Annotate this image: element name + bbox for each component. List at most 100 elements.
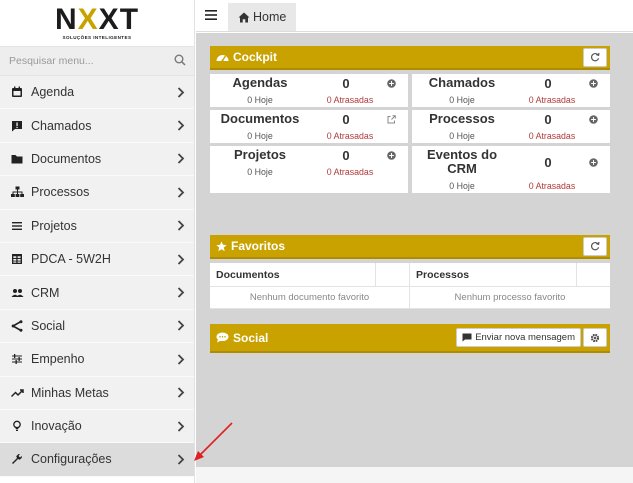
- card-hoje[interactable]: 0 Hoje: [210, 131, 310, 141]
- hamburger-menu-button[interactable]: [196, 0, 226, 31]
- tab-home-label: Home: [253, 10, 287, 24]
- home-icon: [238, 12, 250, 23]
- table-icon: [10, 252, 24, 266]
- sidebar-item-inovacao[interactable]: Inovação: [0, 409, 194, 444]
- sidebar-item-chamados[interactable]: Chamados: [0, 109, 194, 143]
- social-settings-button[interactable]: [583, 328, 607, 347]
- sidebar-item-label: Documentos: [31, 151, 102, 166]
- favoritos-refresh-button[interactable]: [583, 236, 607, 256]
- logo[interactable]: NXXT SOLUÇÕES INTELIGENTES: [0, 0, 194, 46]
- card-atrasadas[interactable]: 0 Atrasadas: [310, 167, 390, 177]
- send-message-label: Enviar nova mensagem: [475, 332, 575, 343]
- star-icon: [216, 240, 227, 252]
- card-name: Processos: [429, 111, 495, 126]
- list-icon: [10, 219, 24, 233]
- chevron-right-icon: [176, 153, 186, 165]
- cockpit-card-documentos: Documentos 0 0 Hoje 0 Atrasadas: [210, 110, 408, 143]
- card-atrasadas[interactable]: 0 Atrasadas: [512, 95, 592, 105]
- card-name: Agendas: [232, 75, 288, 90]
- sidebar-item-documentos[interactable]: Documentos: [0, 142, 194, 177]
- sidebar-item-agenda[interactable]: Agenda: [0, 76, 194, 110]
- send-message-button[interactable]: Enviar nova mensagem: [456, 328, 581, 347]
- cockpit-card-processos: Processos 0 0 Hoje 0 Atrasadas: [412, 110, 610, 143]
- card-hoje[interactable]: 0 Hoje: [412, 131, 512, 141]
- card-atrasadas[interactable]: 0 Atrasadas: [310, 131, 390, 141]
- favoritos-table: Documentos Processos Nenhum documento fa…: [210, 263, 610, 309]
- sidebar-item-label: Projetos: [31, 218, 77, 233]
- card-atrasadas[interactable]: 0 Atrasadas: [512, 131, 592, 141]
- people-icon: [10, 286, 24, 300]
- chevron-right-icon: [176, 120, 186, 132]
- social-header: Social Enviar nova mensagem: [210, 324, 610, 353]
- sidebar-item-label: PDCA - 5W2H: [31, 252, 111, 267]
- card-atrasadas[interactable]: 0 Atrasadas: [310, 95, 390, 105]
- sidebar-item-crm[interactable]: CRM: [0, 276, 194, 310]
- chevron-right-icon: [176, 453, 186, 465]
- chevron-right-icon: [176, 387, 186, 399]
- wrench-icon: [10, 452, 24, 466]
- logo-wordmark: NXXT: [54, 3, 140, 36]
- chevron-right-icon: [176, 186, 186, 198]
- sidebar: NXXT SOLUÇÕES INTELIGENTES Agenda Chamad…: [0, 0, 195, 483]
- card-name: Documentos: [220, 111, 300, 126]
- logo-tagline: SOLUÇÕES INTELIGENTES: [62, 35, 132, 40]
- sidebar-item-processos[interactable]: Processos: [0, 176, 194, 210]
- chevron-right-icon: [176, 287, 186, 299]
- card-count: 0: [544, 154, 552, 170]
- sidebar-item-label: Agenda: [31, 85, 75, 100]
- plus-circle-icon[interactable]: [382, 150, 400, 160]
- cockpit-cards: Agendas 0 0 Hoje 0 Atrasadas Chamados 0 …: [210, 70, 610, 193]
- cockpit-card-projetos: Projetos 0 0 Hoje 0 Atrasadas: [210, 146, 408, 193]
- sidebar-item-label: CRM: [31, 285, 60, 300]
- search-icon[interactable]: [174, 54, 186, 69]
- chevron-right-icon: [176, 86, 186, 98]
- sidebar-item-configuracoes[interactable]: Configurações: [0, 443, 194, 477]
- share-icon: [10, 319, 24, 333]
- sidebar-item-social[interactable]: Social: [0, 309, 194, 344]
- chevron-right-icon: [176, 253, 186, 265]
- footer-strip: [196, 467, 633, 483]
- card-count: 0: [342, 111, 350, 127]
- card-count: 0: [342, 75, 350, 91]
- card-hoje[interactable]: 0 Hoje: [412, 181, 512, 191]
- search-bar: [0, 46, 194, 76]
- sidebar-item-label: Configurações: [31, 452, 112, 467]
- chat-bubble-icon: [216, 332, 229, 343]
- card-hoje[interactable]: 0 Hoje: [210, 167, 310, 177]
- column-header-processos: Processos: [416, 268, 470, 281]
- social-title: Social: [233, 330, 269, 345]
- cockpit-refresh-button[interactable]: [583, 47, 607, 67]
- chevron-right-icon: [176, 353, 186, 365]
- card-name: Eventos do CRM: [426, 147, 498, 176]
- sidebar-item-label: Inovação: [31, 419, 82, 434]
- external-link-icon[interactable]: [382, 114, 400, 124]
- trending-up-icon: [10, 386, 24, 400]
- favoritos-panel: Favoritos Documentos Processos Nenhum do…: [210, 235, 610, 309]
- tab-home[interactable]: Home: [228, 3, 297, 31]
- folder-icon: [10, 152, 24, 166]
- main-content: Cockpit Agendas 0 0 Hoje 0 Atrasadas Cha…: [196, 33, 633, 467]
- search-input[interactable]: [9, 55, 159, 67]
- sidebar-item-minhas-metas[interactable]: Minhas Metas: [0, 376, 194, 410]
- chevron-right-icon: [176, 220, 186, 232]
- cockpit-card-agendas: Agendas 0 0 Hoje 0 Atrasadas: [210, 74, 408, 107]
- sidebar-item-empenho[interactable]: Empenho: [0, 343, 194, 377]
- card-hoje[interactable]: 0 Hoje: [412, 95, 512, 105]
- sitemap-icon: [10, 185, 24, 199]
- sidebar-item-projetos[interactable]: Projetos: [0, 209, 194, 243]
- sidebar-item-label: Chamados: [31, 118, 92, 133]
- sidebar-menu: Agenda Chamados Documentos Processos Pro…: [0, 76, 194, 477]
- card-hoje[interactable]: 0 Hoje: [210, 95, 310, 105]
- card-atrasadas[interactable]: 0 Atrasadas: [512, 181, 592, 191]
- plus-circle-icon[interactable]: [584, 78, 602, 88]
- card-count: 0: [544, 75, 552, 91]
- lightbulb-icon: [10, 419, 24, 433]
- tune-icon: [10, 352, 24, 366]
- sidebar-item-label: Processos: [31, 185, 90, 200]
- favoritos-header: Favoritos: [210, 235, 610, 259]
- plus-circle-icon[interactable]: [382, 78, 400, 88]
- plus-circle-icon[interactable]: [584, 114, 602, 124]
- sidebar-item-pdca[interactable]: PDCA - 5W2H: [0, 242, 194, 277]
- plus-circle-icon[interactable]: [584, 157, 602, 167]
- alert-message-icon: [10, 119, 24, 133]
